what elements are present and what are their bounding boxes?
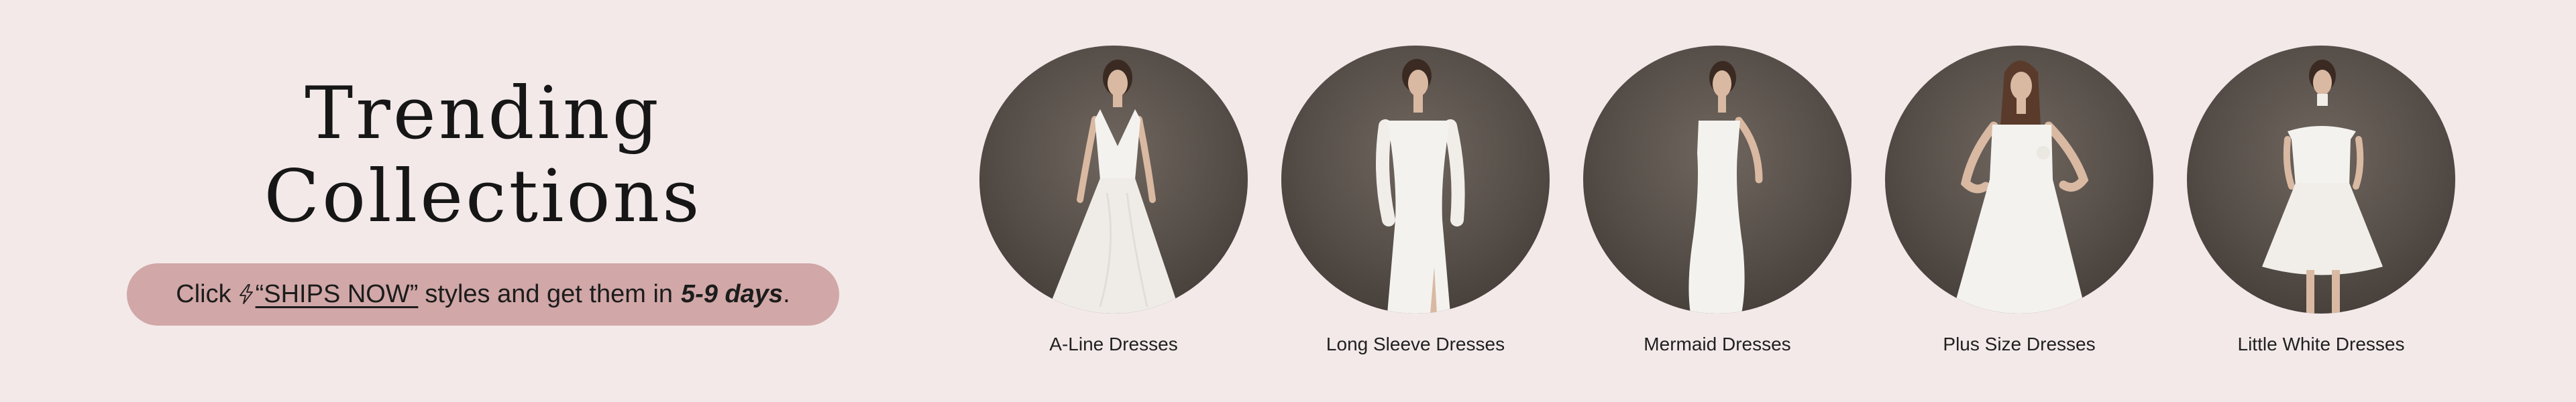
ships-now-link-text: “SHIPS NOW” [255,280,419,308]
banner-middle-text: styles and get them in [425,280,674,308]
plus-size-dress-photo [1885,46,2153,314]
collection-label[interactable]: Mermaid Dresses [1556,334,1878,355]
page-title-line-1: Trending [305,72,661,155]
banner-prefix: Click [176,280,231,308]
a-line-dress-photo [979,46,1248,314]
page-title-line-2: Collections [264,155,702,239]
collection-card-mermaid[interactable]: Mermaid Dresses [1583,46,1851,367]
delivery-days: 5-9 days [681,280,784,308]
page-title: Trending Collections [127,72,839,239]
collection-label[interactable]: Plus Size Dresses [1858,334,2180,355]
ships-now-banner: Click “SHIPS NOW” styles and get them in… [127,263,839,326]
collection-card-little-white[interactable]: Little White Dresses [2187,46,2455,367]
collection-card-plus-size[interactable]: Plus Size Dresses [1885,46,2153,367]
mermaid-dress-photo [1583,46,1851,314]
little-white-dress-photo [2187,46,2455,314]
collection-label[interactable]: Long Sleeve Dresses [1254,334,1576,355]
collection-label[interactable]: A-Line Dresses [953,334,1275,355]
collection-card-a-line[interactable]: A-Line Dresses [979,46,1248,367]
collection-card-long-sleeve[interactable]: Long Sleeve Dresses [1281,46,1550,367]
promo-panel: Trending Collections Click “SHIPS NOW” s… [0,0,966,402]
collections-row: A-Line Dresses Long Sleeve Dresses Merma… [979,0,2549,402]
lightning-icon [239,284,253,304]
collection-label[interactable]: Little White Dresses [2160,334,2482,355]
long-sleeve-dress-photo [1281,46,1550,314]
ships-now-link[interactable]: “SHIPS NOW” [237,280,419,309]
banner-suffix: . [783,280,790,308]
